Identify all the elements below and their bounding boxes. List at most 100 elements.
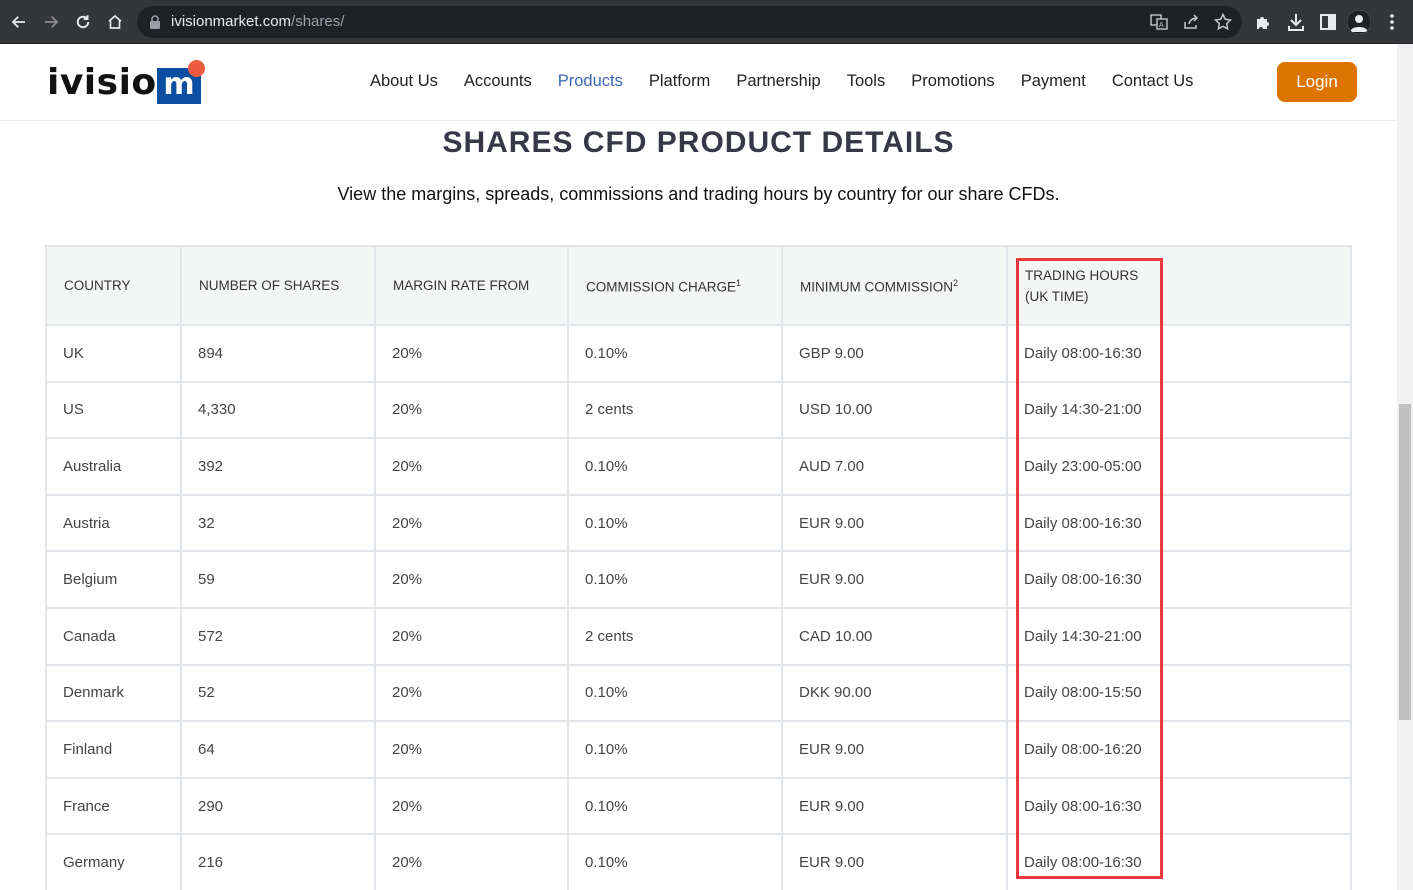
cell-country: Canada xyxy=(45,606,182,666)
nav-promotions[interactable]: Promotions xyxy=(911,72,994,91)
nav-platform[interactable]: Platform xyxy=(649,72,710,91)
cell-margin-rate: 20% xyxy=(374,437,569,496)
cell-margin-rate: 20% xyxy=(374,324,569,383)
header-label-sub: (UK TIME) xyxy=(1025,288,1089,304)
header-label: MINIMUM COMMISSION xyxy=(800,279,953,295)
site-header: ivision m About Us Accounts Products Pla… xyxy=(0,44,1397,121)
share-icon[interactable] xyxy=(1182,13,1200,31)
cell-number-of-shares: 290 xyxy=(180,776,376,836)
nav-tools[interactable]: Tools xyxy=(847,72,886,91)
browser-toolbar: ivisionmarket.com/shares/ A xyxy=(0,0,1413,44)
url-domain: ivisionmarket.com xyxy=(171,13,292,30)
table-row: Finland 64 20% 0.10% EUR 9.00 Daily 08:00-16:… xyxy=(45,720,1352,779)
cell-margin-rate: 20% xyxy=(374,663,569,723)
cell-trading-hours: Daily 23:00-05:00 xyxy=(1006,437,1352,496)
cell-trading-hours: Daily 08:00-16:20 xyxy=(1006,720,1352,779)
cell-trading-hours: Daily 14:30-21:00 xyxy=(1006,380,1352,440)
table-row: Canada 572 20% 2 cents CAD 10.00 Daily 14:30-… xyxy=(45,606,1352,666)
main-nav: About Us Accounts Products Platform Part… xyxy=(370,72,1219,91)
cell-country: Finland xyxy=(45,720,182,779)
header-label: COUNTRY xyxy=(64,278,131,293)
lock-icon[interactable] xyxy=(149,15,161,29)
side-panel-icon[interactable] xyxy=(1318,12,1338,32)
header-margin-rate: MARGIN RATE FROM xyxy=(374,245,569,326)
address-bar[interactable]: ivisionmarket.com/shares/ A xyxy=(137,6,1242,38)
cell-margin-rate: 20% xyxy=(374,606,569,666)
page-subtitle: View the margins, spreads, commissions a… xyxy=(337,184,1060,204)
scrollbar-thumb[interactable] xyxy=(1399,404,1411,720)
cell-minimum-commission: EUR 9.00 xyxy=(781,776,1008,836)
header-label: MARGIN RATE FROM xyxy=(393,278,530,293)
home-icon[interactable] xyxy=(103,10,127,34)
header-label: COMMISSION CHARGE xyxy=(586,279,737,295)
cell-minimum-commission: EUR 9.00 xyxy=(781,493,1008,553)
table-row: Denmark 52 20% 0.10% DKK 90.00 Daily 08:00-15… xyxy=(45,663,1352,723)
nav-accounts[interactable]: Accounts xyxy=(464,72,532,91)
table-row: Belgium 59 20% 0.10% EUR 9.00 Daily 08:00-16:… xyxy=(45,550,1352,609)
cell-minimum-commission: EUR 9.00 xyxy=(781,833,1008,890)
cell-minimum-commission: EUR 9.00 xyxy=(781,720,1008,779)
nav-payment[interactable]: Payment xyxy=(1021,72,1086,91)
cell-number-of-shares: 64 xyxy=(180,720,376,779)
nav-partnership[interactable]: Partnership xyxy=(736,72,820,91)
cell-commission-charge: 0.10% xyxy=(567,720,783,779)
bookmark-star-icon[interactable] xyxy=(1213,12,1233,31)
cell-country: US xyxy=(45,380,182,440)
table-row: US 4,330 20% 2 cents USD 10.00 Daily 14:30-21… xyxy=(45,380,1352,440)
page-scrollbar[interactable] xyxy=(1397,44,1413,890)
page-title: SHARES CFD PRODUCT DETAILS xyxy=(442,126,955,159)
cell-number-of-shares: 572 xyxy=(180,606,376,666)
cell-number-of-shares: 894 xyxy=(180,324,376,383)
cell-commission-charge: 0.10% xyxy=(567,493,783,553)
cell-commission-charge: 0.10% xyxy=(567,663,783,723)
cell-country: Belgium xyxy=(45,550,182,609)
cell-margin-rate: 20% xyxy=(374,833,569,890)
cell-margin-rate: 20% xyxy=(374,550,569,609)
reload-icon[interactable] xyxy=(71,10,95,34)
translate-icon[interactable]: A xyxy=(1150,13,1168,31)
download-icon[interactable] xyxy=(1286,12,1306,32)
url-path: /shares/ xyxy=(291,13,345,30)
table-row: Australia 392 20% 0.10% AUD 7.00 Daily 23:00-… xyxy=(45,437,1352,496)
cell-commission-charge: 0.10% xyxy=(567,550,783,609)
cell-commission-charge: 2 cents xyxy=(567,606,783,666)
cell-margin-rate: 20% xyxy=(374,720,569,779)
header-number-of-shares: NUMBER OF SHARES xyxy=(180,245,376,326)
cell-trading-hours: Daily 08:00-16:30 xyxy=(1006,550,1352,609)
cell-minimum-commission: CAD 10.00 xyxy=(781,606,1008,666)
nav-contact-us[interactable]: Contact Us xyxy=(1112,72,1194,91)
cell-margin-rate: 20% xyxy=(374,493,569,553)
url-text[interactable]: ivisionmarket.com/shares/ xyxy=(171,13,344,30)
header-minimum-commission: MINIMUM COMMISSION2 xyxy=(781,245,1008,326)
table-row: France 290 20% 0.10% EUR 9.00 Daily 08:00-16:… xyxy=(45,776,1352,836)
cell-country: UK xyxy=(45,324,182,383)
table-header-row: COUNTRY NUMBER OF SHARES MARGIN RATE FRO… xyxy=(45,245,1352,326)
cell-commission-charge: 0.10% xyxy=(567,437,783,496)
forward-icon[interactable] xyxy=(39,10,63,34)
cell-margin-rate: 20% xyxy=(374,380,569,440)
cell-commission-charge: 0.10% xyxy=(567,776,783,836)
cell-number-of-shares: 4,330 xyxy=(180,380,376,440)
header-trading-hours: TRADING HOURS (UK TIME) xyxy=(1006,245,1352,326)
extensions-icon[interactable] xyxy=(1254,12,1274,32)
cell-number-of-shares: 52 xyxy=(180,663,376,723)
cell-trading-hours: Daily 08:00-16:30 xyxy=(1006,833,1352,890)
nav-about-us[interactable]: About Us xyxy=(370,72,438,91)
cell-margin-rate: 20% xyxy=(374,776,569,836)
profile-icon[interactable] xyxy=(1347,10,1371,34)
header-country: COUNTRY xyxy=(45,245,182,326)
back-icon[interactable] xyxy=(7,10,31,34)
menu-icon[interactable] xyxy=(1385,12,1399,32)
nav-products[interactable]: Products xyxy=(558,72,623,91)
footnote-marker[interactable]: 1 xyxy=(736,278,741,288)
cell-country: Germany xyxy=(45,833,182,890)
footnote-marker[interactable]: 2 xyxy=(953,278,958,288)
cell-commission-charge: 0.10% xyxy=(567,833,783,890)
cell-country: France xyxy=(45,776,182,836)
login-button[interactable]: Login xyxy=(1277,62,1357,102)
cell-trading-hours: Daily 14:30-21:00 xyxy=(1006,606,1352,666)
cell-minimum-commission: DKK 90.00 xyxy=(781,663,1008,723)
cell-trading-hours: Daily 08:00-15:50 xyxy=(1006,663,1352,723)
cell-number-of-shares: 32 xyxy=(180,493,376,553)
table-body: UK 894 20% 0.10% GBP 9.00 Daily 08:00-16:30 US… xyxy=(45,324,1352,890)
